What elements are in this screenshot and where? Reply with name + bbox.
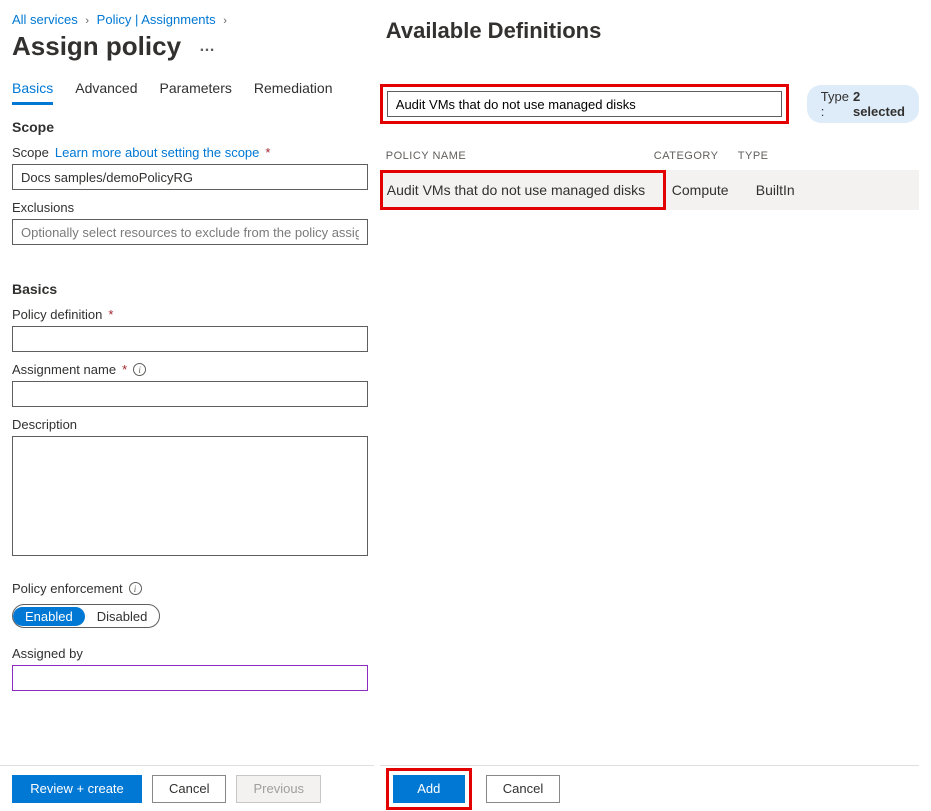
toggle-disabled[interactable]: Disabled [85,607,160,626]
definition-search-input[interactable] [387,91,782,117]
policy-enforcement-label: Policy enforcement [12,581,123,596]
type-filter-label: Type : [821,89,849,119]
panel-title: Available Definitions [386,18,919,44]
type-filter-count: 2 selected [853,89,905,119]
tab-remediation[interactable]: Remediation [254,80,333,105]
required-indicator: * [265,145,270,160]
panel-cancel-button[interactable]: Cancel [486,775,560,803]
definition-type-cell: BuiltIn [756,182,836,198]
toggle-enabled[interactable]: Enabled [13,607,85,626]
info-icon[interactable]: i [129,582,142,595]
learn-more-scope-link[interactable]: Learn more about setting the scope [55,145,260,160]
definition-name-cell: Audit VMs that do not use managed disks [387,182,645,198]
add-button[interactable]: Add [393,775,465,803]
policy-definition-input[interactable] [12,326,368,352]
basics-section-header: Basics [12,281,368,297]
left-footer: Review + create Cancel Previous [0,765,374,811]
tab-parameters[interactable]: Parameters [160,80,232,105]
breadcrumb-policy-assignments[interactable]: Policy | Assignments [97,12,216,27]
policy-enforcement-toggle[interactable]: Enabled Disabled [12,604,160,628]
cancel-button[interactable]: Cancel [152,775,226,803]
previous-button: Previous [236,775,321,803]
tab-basics[interactable]: Basics [12,80,53,105]
more-actions-button[interactable]: … [199,38,217,56]
column-type: Type [738,150,818,162]
required-indicator: * [108,307,113,322]
chevron-right-icon: › [85,15,89,27]
review-create-button[interactable]: Review + create [12,775,142,803]
panel-footer: Add Cancel [380,765,919,811]
description-input[interactable] [12,436,368,556]
assignment-name-input[interactable] [12,381,368,407]
definition-row[interactable]: Audit VMs that do not use managed disks … [380,170,919,210]
chevron-right-icon: › [223,15,227,27]
definition-name-highlight: Audit VMs that do not use managed disks [380,170,666,210]
column-category: Category [654,150,738,162]
scope-section-header: Scope [12,119,368,135]
policy-definition-label: Policy definition [12,307,102,322]
breadcrumb-all-services[interactable]: All services [12,12,78,27]
definition-category-cell: Compute [672,182,756,198]
exclusions-label: Exclusions [12,200,74,215]
assignment-name-label: Assignment name [12,362,116,377]
scope-label: Scope [12,145,49,160]
exclusions-input[interactable] [12,219,368,245]
assigned-by-label: Assigned by [12,646,83,661]
search-highlight [380,84,789,124]
info-icon[interactable]: i [133,363,146,376]
definition-list-header: Policy name Category Type [380,150,919,170]
add-button-highlight: Add [386,768,472,810]
tab-advanced[interactable]: Advanced [75,80,137,105]
tab-row: Basics Advanced Parameters Remediation [12,80,368,105]
scope-input[interactable] [12,164,368,190]
column-policy-name: Policy name [386,150,654,162]
breadcrumb: All services › Policy | Assignments › [12,12,368,27]
description-label: Description [12,417,77,432]
required-indicator: * [122,362,127,377]
type-filter-pill[interactable]: Type : 2 selected [807,85,919,123]
assigned-by-input[interactable] [12,665,368,691]
page-title: Assign policy … [12,31,368,62]
